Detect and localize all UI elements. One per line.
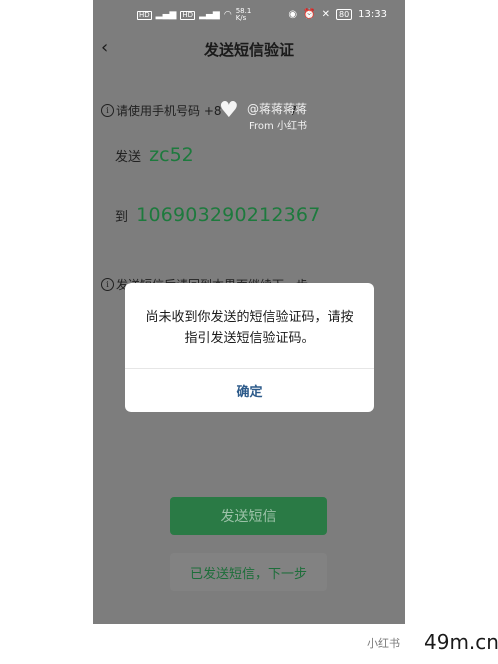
send-prefix: 发送 bbox=[115, 150, 142, 165]
sms-code: zc52 bbox=[149, 144, 194, 166]
status-bar: HD ▂▄▆ HD ▂▄▆ ◠ 58.1 K/s ◉ ⏰ ✕ 80 13:33 bbox=[93, 0, 405, 32]
battery-icon: 80 bbox=[335, 9, 353, 20]
send-sms-button[interactable]: 发送短信 bbox=[170, 497, 327, 535]
info-icon: i bbox=[101, 104, 114, 117]
hd-badge: HD bbox=[137, 10, 152, 20]
footer-xiaohongshu: 小红书 bbox=[367, 637, 400, 650]
signal-icon-2: ▂▄▆ bbox=[199, 10, 220, 20]
alarm-icon: ⏰ bbox=[303, 9, 316, 20]
mute-icon: ✕ bbox=[321, 9, 330, 20]
heart-icon: ♥ bbox=[219, 98, 239, 123]
target-number-line: 到 106903290212367 bbox=[115, 204, 320, 226]
dialog-message: 尚未收到你发送的短信验证码，请按指引发送短信验证码。 bbox=[145, 310, 354, 346]
net-speed-unit: K/s bbox=[235, 14, 247, 22]
site-watermark: 49m.cn bbox=[424, 630, 498, 654]
status-right: ◉ ⏰ ✕ 80 13:33 bbox=[288, 9, 387, 20]
wifi-icon: ◠ bbox=[223, 10, 232, 20]
status-left: HD ▂▄▆ HD ▂▄▆ ◠ 58.1 K/s bbox=[137, 8, 251, 22]
page-title: 发送短信验证 bbox=[203, 41, 294, 59]
hd-badge-2: HD bbox=[180, 10, 196, 20]
instruction-step-1-text: 请使用手机号码 +8 bbox=[116, 104, 222, 118]
info-icon-2: i bbox=[101, 278, 114, 291]
nav-bar: ‹ 发送短信验证 bbox=[93, 32, 405, 66]
watermark-source: From 小红书 bbox=[249, 121, 307, 132]
signal-icon: ▂▄▆ bbox=[155, 10, 177, 20]
clock: 13:33 bbox=[358, 9, 387, 20]
sent-next-button[interactable]: 已发送短信，下一步 bbox=[170, 553, 327, 591]
net-speed: 58.1 K/s bbox=[236, 8, 252, 22]
watermark-handle: @蒋蒋蒋蒋 bbox=[247, 102, 308, 116]
send-code-line: 发送 zc52 bbox=[115, 144, 194, 166]
dialog-ok-button[interactable]: 确定 bbox=[125, 369, 374, 412]
eye-icon: ◉ bbox=[288, 9, 298, 20]
target-number: 106903290212367 bbox=[136, 204, 321, 226]
alert-dialog: 尚未收到你发送的短信验证码，请按指引发送短信验证码。 确定 bbox=[125, 283, 374, 412]
to-prefix: 到 bbox=[115, 210, 129, 225]
